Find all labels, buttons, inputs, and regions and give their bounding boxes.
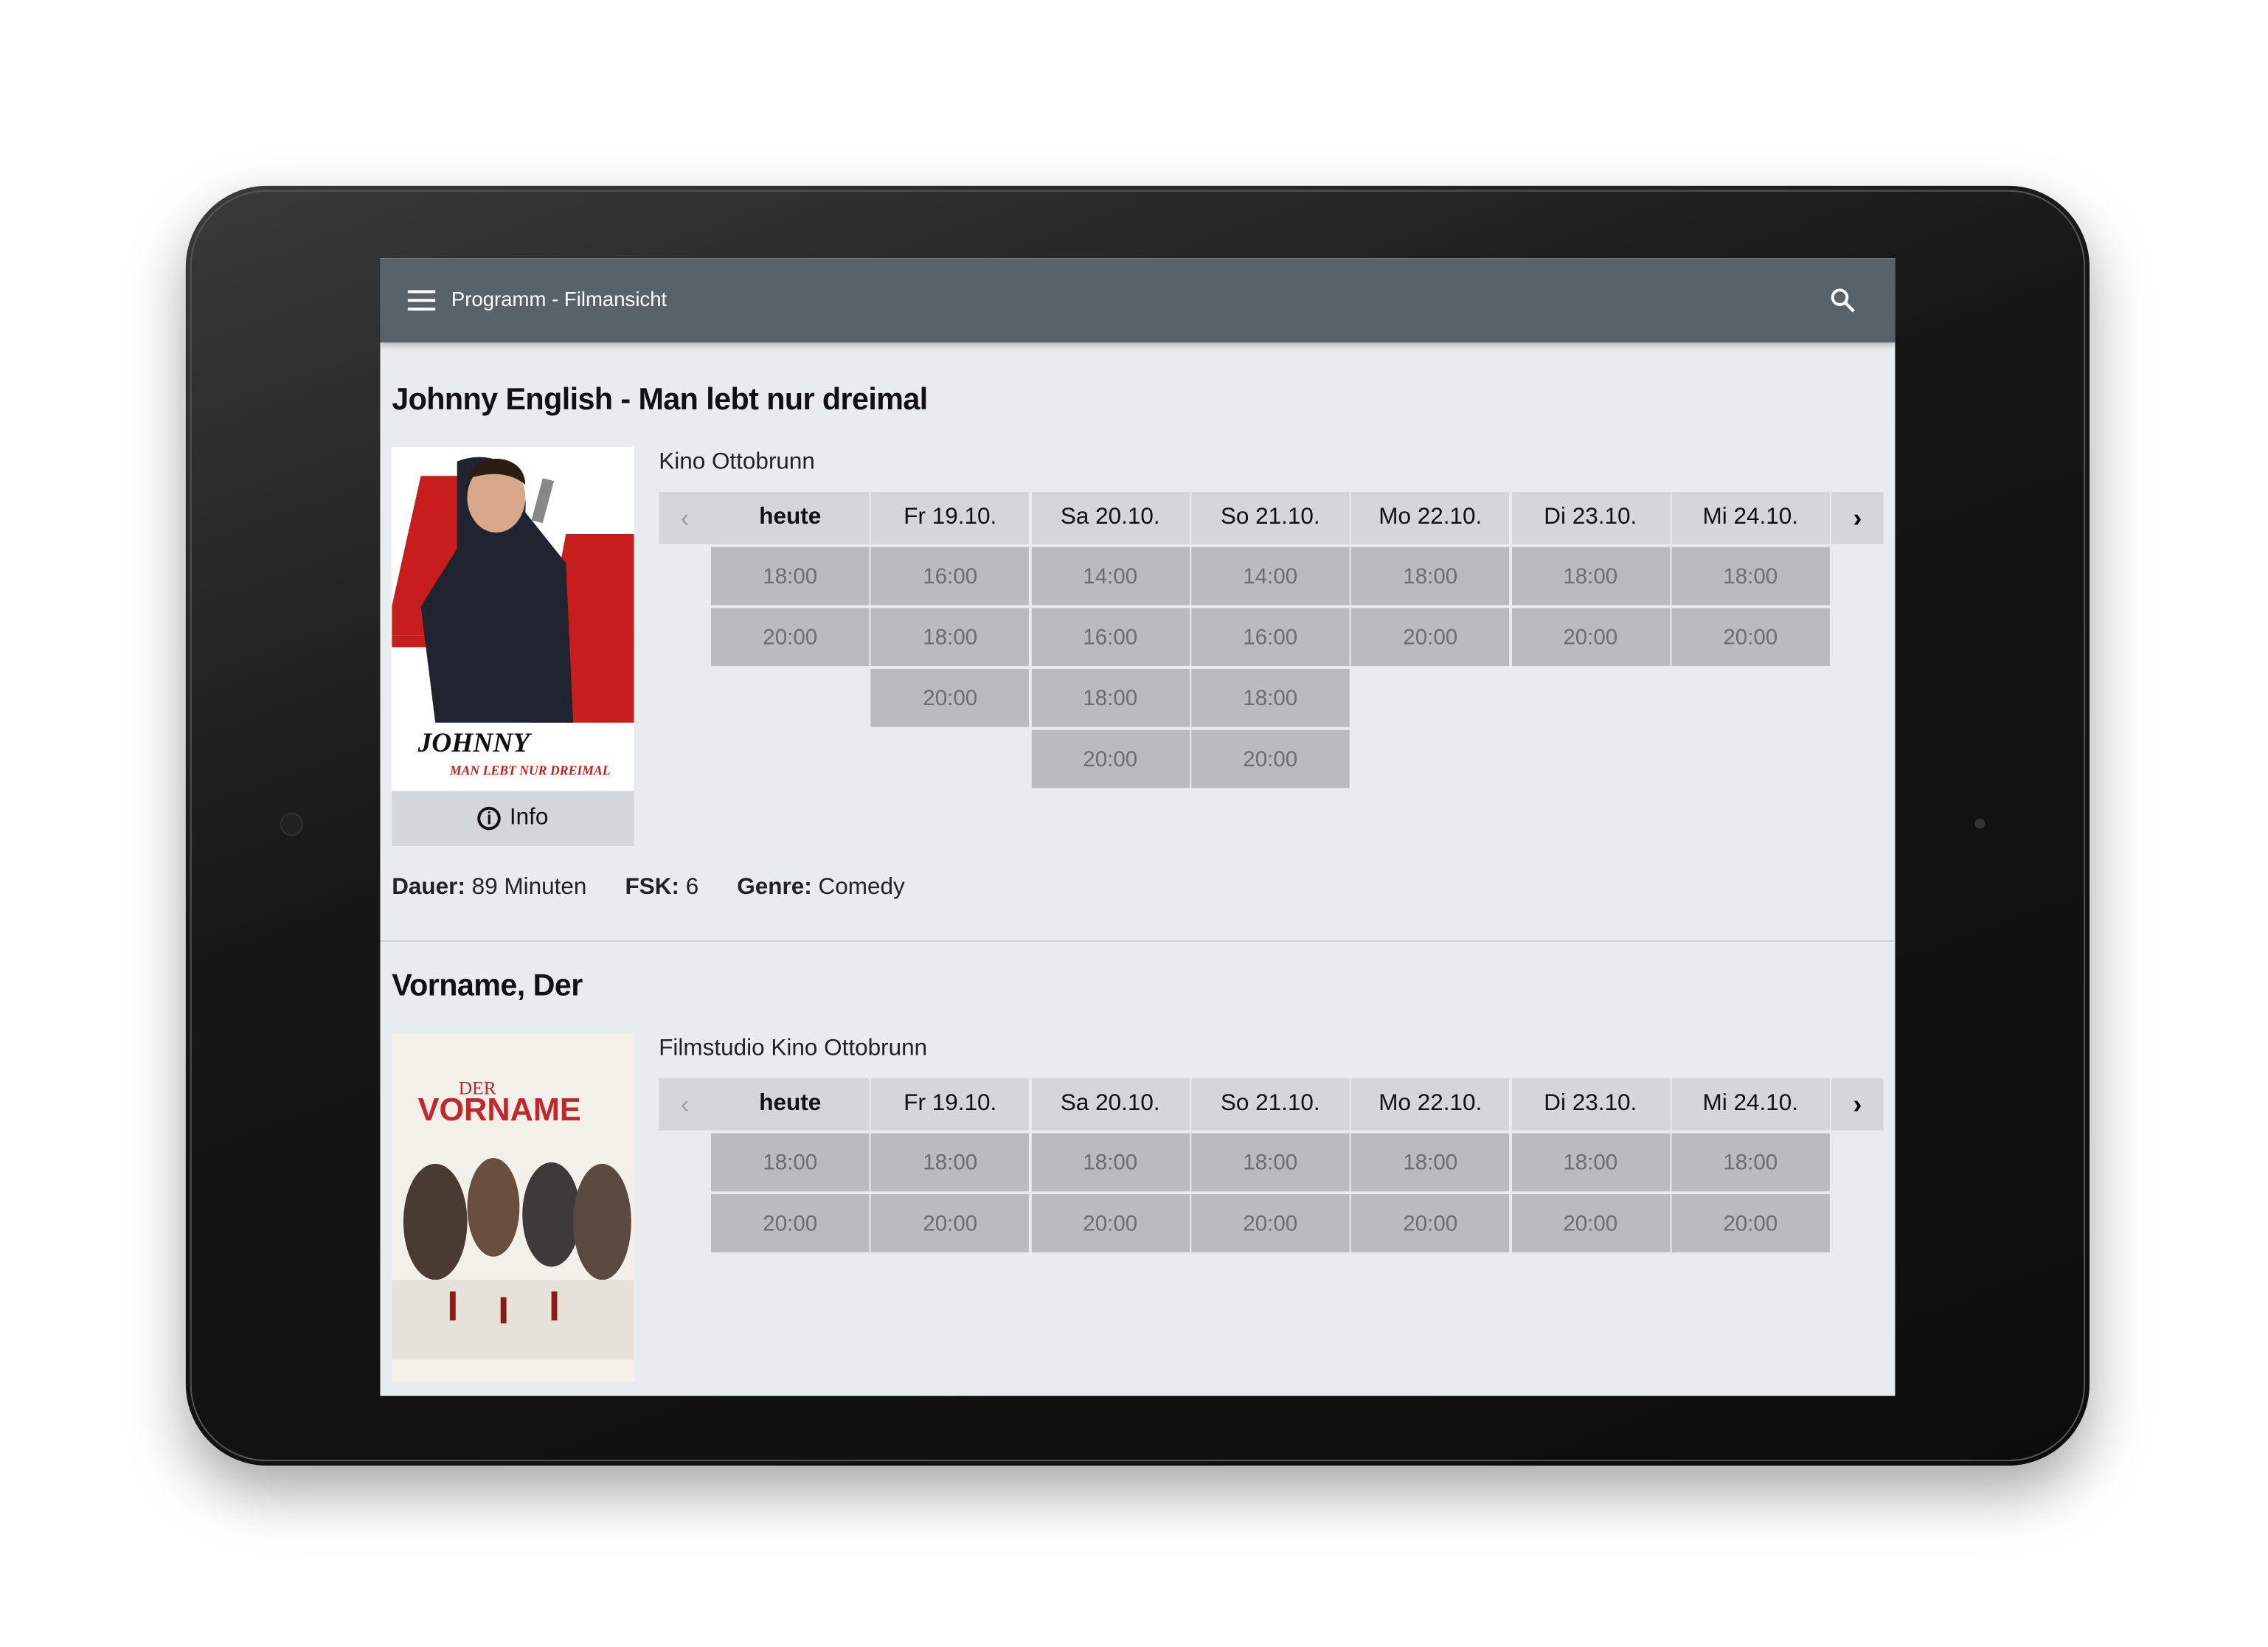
movie-poster[interactable]: DER VORNAME — [392, 1033, 634, 1381]
day-header[interactable]: heute — [711, 1078, 870, 1131]
day-header[interactable]: Mo 22.10. — [1351, 491, 1510, 544]
movie-meta: Dauer: 89 Minuten FSK: 6 Genre: Comedy — [392, 875, 937, 901]
day-header[interactable]: So 21.10. — [1191, 1078, 1350, 1131]
cinema-name: Kino Ottobrunn — [659, 449, 815, 475]
showtime-slot[interactable]: 20:00 — [711, 608, 870, 667]
showtime-slot[interactable]: 18:00 — [1191, 1133, 1350, 1192]
chevron-left-icon: ‹ — [680, 502, 690, 533]
day-header[interactable]: Mi 24.10. — [1671, 1078, 1830, 1131]
movie-title: Johnny English - Man lebt nur dreimal — [392, 383, 928, 417]
showtime-slot[interactable]: 16:00 — [1031, 608, 1190, 667]
showtime-slot[interactable]: 20:00 — [1031, 729, 1190, 788]
showtime-slot[interactable]: 18:00 — [1351, 1133, 1510, 1192]
showtime-slot[interactable]: 20:00 — [871, 668, 1030, 727]
showtime-slot[interactable]: 18:00 — [1031, 1133, 1190, 1192]
chevron-right-icon: › — [1853, 1089, 1862, 1118]
info-label: Info — [509, 805, 549, 831]
showtime-slot[interactable]: 14:00 — [1191, 547, 1350, 606]
prev-days-button[interactable]: ‹ — [659, 491, 712, 544]
genre-label: Genre: — [737, 875, 812, 900]
showtime-slot[interactable]: 20:00 — [1351, 1194, 1510, 1252]
showtime-slot[interactable]: 16:00 — [1191, 608, 1350, 667]
day-header[interactable]: Di 23.10. — [1511, 491, 1670, 544]
duration-value: 89 Minuten — [471, 875, 587, 900]
day-header[interactable]: Sa 20.10. — [1031, 491, 1190, 544]
showtime-slot[interactable]: 18:00 — [871, 608, 1030, 667]
showtime-slot[interactable]: 20:00 — [1511, 1194, 1670, 1252]
showtime-slot[interactable]: 18:00 — [1031, 668, 1190, 727]
cinema-name: Filmstudio Kino Ottobrunn — [659, 1036, 928, 1061]
showtime-slot[interactable]: 16:00 — [871, 547, 1030, 606]
poster-title-art: JOHNNY — [417, 728, 533, 758]
sensor — [1974, 818, 1986, 829]
next-days-button[interactable]: › — [1831, 1078, 1884, 1131]
showtime-slot[interactable]: 18:00 — [711, 1133, 870, 1192]
day-header[interactable]: Di 23.10. — [1511, 1078, 1670, 1131]
showtime-slot[interactable]: 18:00 — [1511, 1133, 1670, 1192]
app-toolbar: Programm - Filmansicht — [380, 258, 1896, 343]
prev-days-button[interactable]: ‹ — [659, 1078, 712, 1131]
fsk-value: 6 — [685, 875, 699, 900]
movie-poster[interactable]: JOHNNY MAN LEBT NUR DREIMAL — [392, 446, 634, 791]
day-header[interactable]: So 21.10. — [1191, 491, 1350, 544]
day-header[interactable]: Mi 24.10. — [1671, 491, 1830, 544]
front-camera — [280, 812, 304, 836]
showtime-slot[interactable]: 18:00 — [1671, 1133, 1830, 1192]
showtime-slot[interactable]: 20:00 — [1351, 608, 1510, 667]
showtime-slot[interactable]: 18:00 — [871, 1133, 1030, 1192]
divider — [380, 940, 1896, 942]
showtime-slot[interactable]: 20:00 — [1511, 608, 1670, 667]
showtime-slot[interactable]: 14:00 — [1031, 547, 1190, 606]
showtime-slot[interactable]: 20:00 — [871, 1194, 1030, 1252]
poster-title-art: VORNAME — [418, 1092, 581, 1128]
showtime-slot[interactable]: 18:00 — [1351, 547, 1510, 606]
movie-title: Vorname, Der — [392, 969, 583, 1003]
showtime-slot[interactable]: 20:00 — [1671, 1194, 1830, 1252]
day-header[interactable]: Mo 22.10. — [1351, 1078, 1510, 1131]
search-icon[interactable] — [1828, 286, 1857, 315]
app-screen: Programm - Filmansicht Johnny English - … — [380, 258, 1896, 1396]
next-days-button[interactable]: › — [1831, 491, 1884, 544]
showtime-slot[interactable]: 20:00 — [1191, 729, 1350, 788]
showtime-slot[interactable]: 20:00 — [1671, 608, 1830, 667]
day-header[interactable]: heute — [711, 491, 870, 544]
hamburger-menu-icon[interactable] — [407, 290, 436, 311]
showtime-slot[interactable]: 20:00 — [711, 1194, 870, 1252]
svg-text:MAN LEBT NUR DREIMAL: MAN LEBT NUR DREIMAL — [449, 763, 611, 778]
day-header[interactable]: Fr 19.10. — [871, 491, 1030, 544]
showtime-slot[interactable]: 18:00 — [711, 547, 870, 606]
chevron-left-icon: ‹ — [680, 1089, 690, 1118]
day-header[interactable]: Sa 20.10. — [1031, 1078, 1190, 1131]
showtime-slot[interactable]: 18:00 — [1671, 547, 1830, 606]
chevron-right-icon: › — [1853, 502, 1862, 533]
day-header[interactable]: Fr 19.10. — [871, 1078, 1030, 1131]
toolbar-title: Programm - Filmansicht — [451, 287, 667, 311]
fsk-label: FSK: — [625, 875, 679, 900]
showtime-slot[interactable]: 20:00 — [1031, 1194, 1190, 1252]
showtime-slot[interactable]: 20:00 — [1191, 1194, 1350, 1252]
duration-label: Dauer: — [392, 875, 465, 900]
showtime-slot[interactable]: 18:00 — [1191, 668, 1350, 727]
info-button[interactable]: i Info — [392, 791, 634, 846]
info-icon: i — [477, 806, 502, 831]
showtime-slot[interactable]: 18:00 — [1511, 547, 1670, 606]
genre-value: Comedy — [818, 875, 905, 900]
